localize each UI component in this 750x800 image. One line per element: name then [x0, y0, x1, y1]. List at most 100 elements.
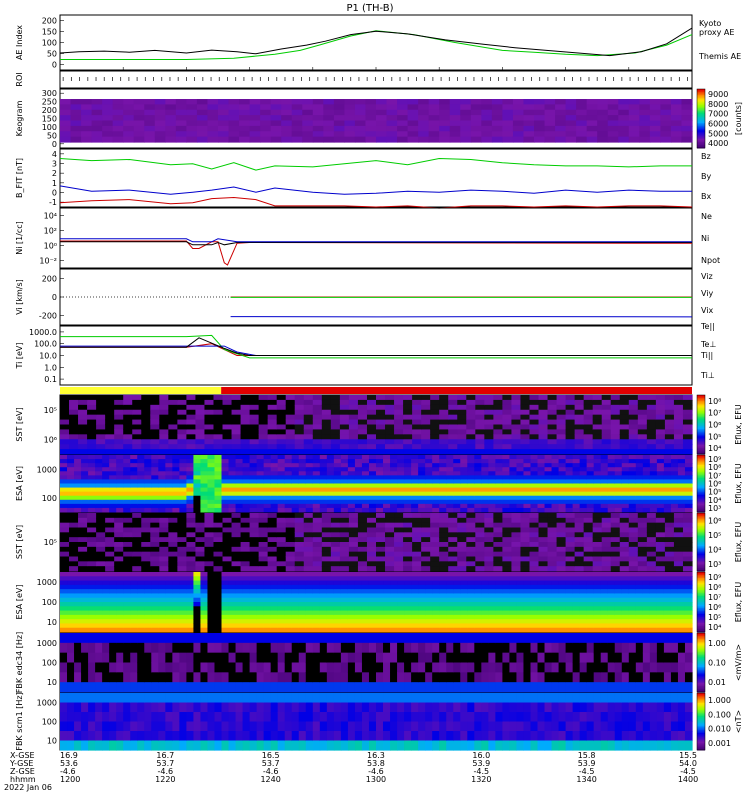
- sst-ion-cell: [385, 409, 395, 416]
- esa-ion-cell: [221, 499, 230, 505]
- esa-electron-cell: [467, 572, 475, 577]
- sst-electron-cell: [556, 532, 567, 538]
- esa-electron-cell: [298, 597, 307, 603]
- esa-ion-cell: [277, 479, 286, 485]
- sst-electron-cell: [556, 537, 567, 543]
- keogram-cell: [502, 131, 514, 138]
- esa-ion-cell: [165, 459, 173, 464]
- esa-ion-cell: [579, 467, 588, 472]
- temperature-line: [60, 337, 692, 356]
- keogram-cell: [333, 104, 345, 111]
- esa-ion-cell: [565, 471, 574, 476]
- esa-ion-cell: [376, 459, 384, 464]
- sst-electron-cell: [421, 551, 431, 558]
- esa-electron-cell: [340, 623, 349, 629]
- esa-ion-cell: [249, 487, 258, 493]
- keogram-cell: [681, 125, 693, 132]
- keogram-cell: [418, 109, 430, 116]
- keogram-cell: [470, 109, 482, 116]
- sst-ion-cell: [330, 429, 341, 435]
- esa-electron-cell: [390, 619, 398, 625]
- esa-ion-cell: [621, 475, 630, 481]
- sst-ion-cell: [357, 429, 368, 435]
- sst-ion-cell: [682, 409, 693, 416]
- esa-electron-cell: [593, 623, 602, 629]
- esa-electron-cell: [635, 619, 644, 625]
- esa-electron-cell: [228, 597, 237, 603]
- sst-electron-cell: [610, 542, 621, 548]
- keogram-cell: [376, 99, 388, 105]
- esa-electron-cell: [130, 619, 138, 625]
- esa-ion-cell: [663, 471, 672, 476]
- sst-electron-cell: [204, 556, 215, 562]
- esa-electron-cell: [551, 576, 560, 582]
- esa-electron-cell: [460, 619, 468, 625]
- esa-ion-cell: [628, 507, 637, 513]
- esa-ion-cell: [312, 471, 321, 476]
- sst-electron-cell: [475, 532, 485, 538]
- keogram-cell: [81, 115, 93, 122]
- keogram-cell: [365, 104, 377, 111]
- esa-ion-cell: [621, 483, 630, 489]
- esa-ion-cell: [207, 487, 216, 493]
- sst-ion-cell: [78, 429, 88, 435]
- esa-electron-cell: [305, 584, 314, 590]
- sst-electron-cell: [556, 566, 567, 572]
- esa-electron-cell: [572, 589, 581, 595]
- sst-ion-cell: [637, 419, 648, 426]
- esa-ion-cell: [383, 455, 391, 460]
- esa-ion-cell: [137, 455, 145, 460]
- sst-electron-cell: [168, 542, 178, 548]
- sst-electron-cell: [348, 532, 359, 538]
- esa-ion-cell: [383, 459, 391, 464]
- esa-ion-cell: [376, 483, 384, 489]
- sst-ion-cell: [565, 414, 576, 421]
- esa-electron-cell: [354, 576, 363, 582]
- sst-electron-cell: [484, 517, 494, 524]
- esa-electron-cell: [481, 584, 489, 590]
- esa-ion-cell: [621, 495, 630, 501]
- esa-ion-cell: [158, 491, 166, 497]
- esa-electron-cell: [439, 602, 447, 607]
- sst-electron-cell: [529, 561, 540, 567]
- sst-ion-cell: [493, 434, 503, 440]
- esa-electron-cell: [537, 597, 546, 603]
- esa-ion-cell: [144, 475, 152, 481]
- esa-ion-cell: [418, 463, 426, 468]
- keogram-cell: [112, 120, 124, 127]
- sst-electron-cell: [637, 527, 648, 533]
- esa-electron-cell: [614, 584, 623, 590]
- esa-ion-cell: [656, 479, 665, 485]
- keogram-cell: [470, 125, 482, 132]
- esa-electron-cell: [516, 593, 525, 599]
- sst-electron-cell: [96, 537, 106, 543]
- sst-ion-cell: [267, 429, 278, 435]
- esa-ion-cell: [397, 491, 405, 497]
- sst-ion-cell: [565, 419, 576, 426]
- esa-electron-cell: [319, 580, 328, 586]
- esa-ion-cell: [516, 467, 525, 472]
- bfit-tick-label: 3: [52, 160, 57, 169]
- sst-ion-cell: [619, 404, 630, 411]
- esa-ion-cell: [179, 455, 187, 460]
- esa-ion-cell: [242, 487, 251, 493]
- sst-ion-cell: [421, 444, 431, 450]
- keogram-cell: [165, 125, 177, 132]
- sst-electron-cell: [114, 527, 124, 533]
- keogram-cell: [175, 104, 187, 111]
- esa-ion-cell: [123, 503, 131, 509]
- sst-electron-cell: [222, 546, 233, 553]
- esa-electron-cell: [411, 623, 419, 629]
- esa-ion-cell: [453, 467, 461, 472]
- esa-electron-cell: [165, 593, 173, 599]
- esa-electron-cell: [312, 593, 321, 599]
- esa-ion-cell: [200, 459, 209, 464]
- esa-ion-cell: [102, 499, 110, 505]
- sst-electron-cell: [213, 537, 224, 543]
- esa-electron-cell: [305, 606, 314, 612]
- esa-electron-cell: [151, 572, 159, 577]
- esa-electron-cell: [628, 589, 637, 595]
- sst-electron-cell: [114, 537, 124, 543]
- sst-ion-cell: [348, 414, 359, 421]
- esa-ion-cell: [277, 483, 286, 489]
